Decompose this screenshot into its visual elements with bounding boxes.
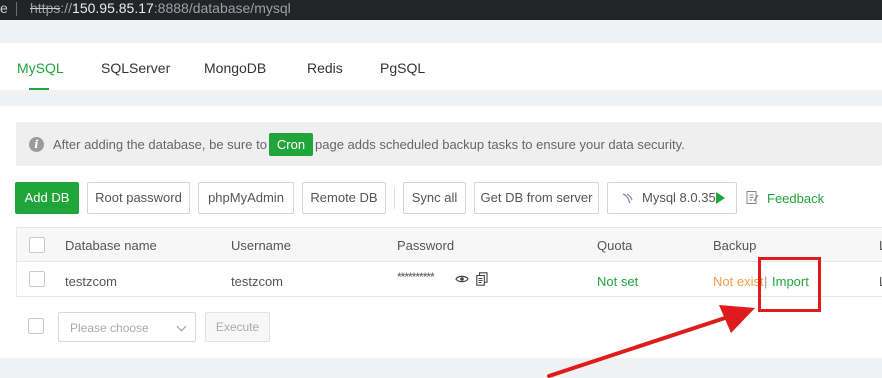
annotation-arrow-icon [547, 305, 755, 378]
